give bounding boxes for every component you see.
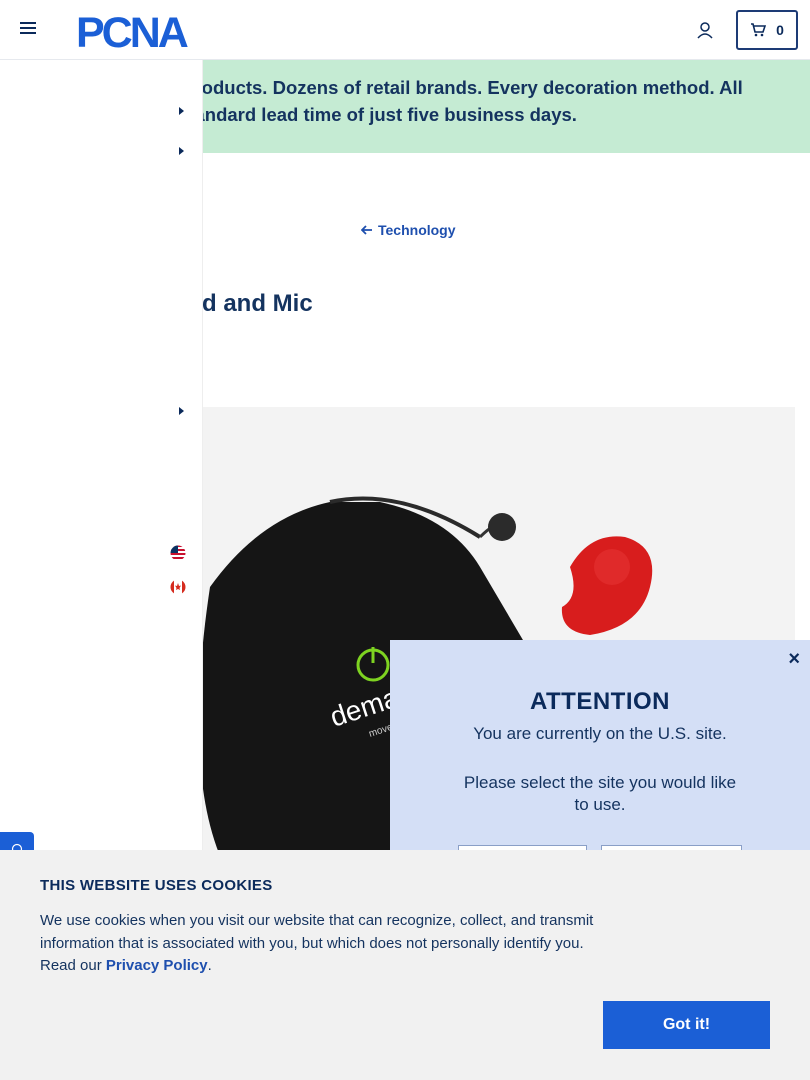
site-header: PCNA 0: [0, 0, 810, 60]
cookie-title: THIS WEBSITE USES COOKIES: [40, 877, 273, 894]
arrow-left-icon: [361, 225, 372, 235]
breadcrumb-label: Technology: [378, 222, 456, 238]
promo-text-line-1: ls of products. Dozens of retail brands.…: [140, 77, 743, 98]
promo-text-line-2: th a standard lead time of just five bus…: [140, 104, 577, 125]
promo-text: ls of products. Dozens of retail brands.…: [140, 74, 800, 128]
close-icon[interactable]: ×: [788, 648, 800, 671]
cookie-consent-banner: THIS WEBSITE USES COOKIES We use cookies…: [0, 850, 810, 1080]
cookie-period: .: [207, 957, 212, 974]
breadcrumb-back-link[interactable]: Technology: [361, 222, 456, 238]
us-flag-icon[interactable]: [170, 545, 186, 561]
caret-right-icon[interactable]: [176, 406, 186, 416]
modal-select-site-text: Please select the site you would like to…: [463, 773, 737, 814]
modal-current-site-text: You are currently on the U.S. site.: [473, 724, 727, 743]
hamburger-menu-icon[interactable]: [20, 22, 36, 38]
drawstring-knot: [488, 513, 516, 541]
cookie-message: We use cookies when you visit our websit…: [40, 910, 610, 978]
earbud-button: [594, 549, 630, 585]
modal-title: ATTENTION: [529, 688, 671, 715]
accept-cookies-button[interactable]: Got it!: [603, 1001, 770, 1049]
cart-icon: [751, 23, 767, 37]
cart-count: 0: [776, 22, 784, 38]
pcna-logo[interactable]: PCNA: [76, 10, 226, 52]
account-icon[interactable]: [696, 21, 714, 39]
privacy-policy-link[interactable]: Privacy Policy: [106, 957, 208, 974]
canada-flag-icon[interactable]: [170, 579, 186, 595]
caret-right-icon[interactable]: [176, 106, 186, 116]
cart-button[interactable]: 0: [736, 10, 798, 50]
logo-text: PCNA: [76, 10, 188, 52]
caret-right-icon[interactable]: [176, 146, 186, 156]
